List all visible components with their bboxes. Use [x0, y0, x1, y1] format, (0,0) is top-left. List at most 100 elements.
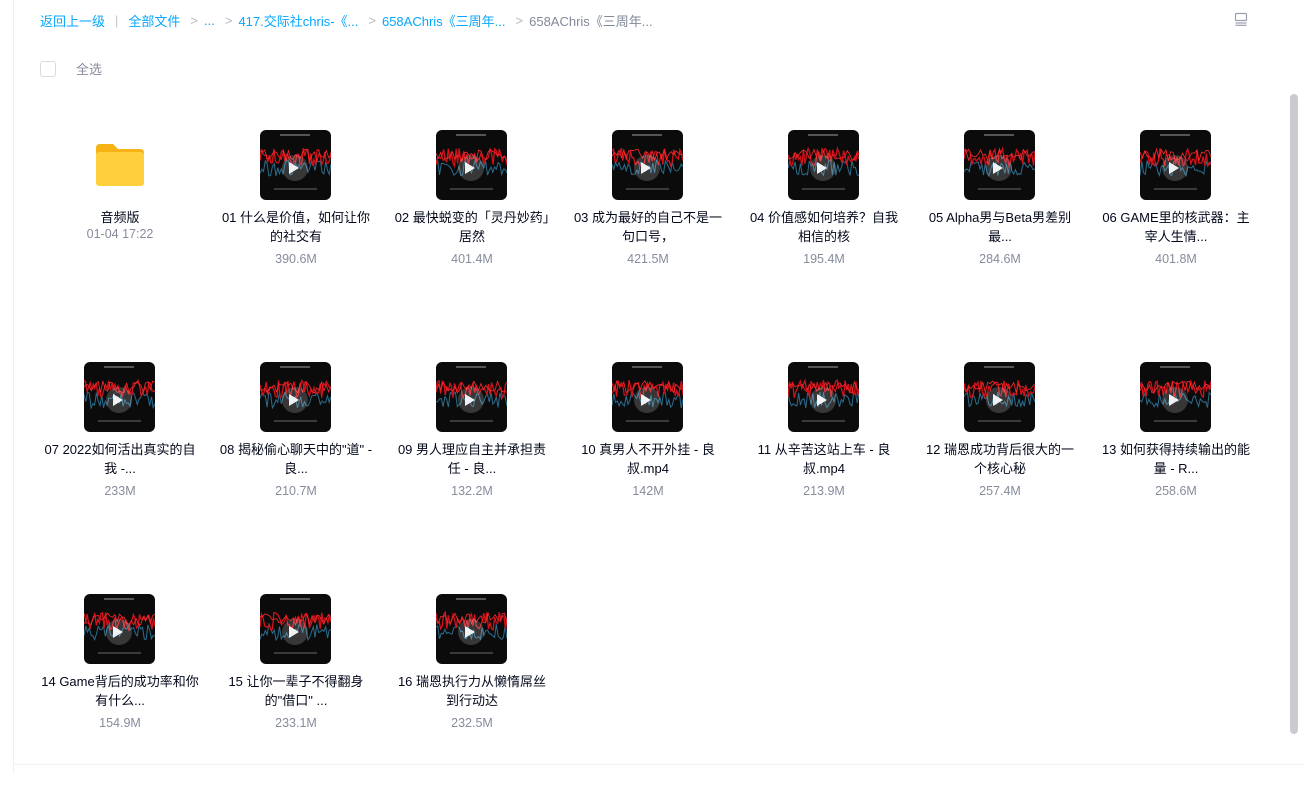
play-icon — [993, 394, 1003, 406]
video-item[interactable]: 01 什么是价值，如何让你的社交有 390.6M — [208, 120, 384, 340]
item-name[interactable]: 03 成为最好的自己不是一句口号， — [568, 208, 728, 246]
item-name[interactable]: 04 价值感如何培养？自我相信的核 — [744, 208, 904, 246]
breadcrumb-level2[interactable]: 658AChris《三周年... — [382, 11, 506, 30]
item-name[interactable]: 01 什么是价值，如何让你的社交有 — [216, 208, 376, 246]
play-icon — [289, 626, 299, 638]
select-all-checkbox[interactable] — [40, 60, 56, 77]
play-icon — [289, 162, 299, 174]
video-item[interactable]: 14 Game背后的成功率和你有什么... 154.9M — [32, 584, 208, 804]
video-thumbnail — [612, 130, 683, 200]
item-name[interactable]: 15 让你一辈子不得翻身的"借口" ... — [216, 672, 376, 710]
item-size: 401.8M — [1155, 252, 1197, 266]
item-size: 232.5M — [451, 716, 493, 730]
video-thumbnail — [964, 130, 1035, 200]
chevron-right-icon: > — [515, 12, 524, 28]
chevron-right-icon: > — [224, 12, 233, 28]
video-item[interactable]: 04 价值感如何培养？自我相信的核 195.4M — [736, 120, 912, 340]
item-size: 154.9M — [99, 716, 141, 730]
item-size: 195.4M — [803, 252, 845, 266]
item-size: 401.4M — [451, 252, 493, 266]
scrollbar[interactable] — [1290, 94, 1298, 734]
video-thumbnail — [1140, 362, 1211, 432]
play-icon — [817, 162, 827, 174]
select-all[interactable]: 全选 — [40, 59, 102, 78]
item-name[interactable]: 02 最快蜕变的「灵丹妙药」居然 — [392, 208, 552, 246]
item-size: 258.6M — [1155, 484, 1197, 498]
play-icon — [113, 394, 123, 406]
breadcrumb-current: 658AChris《三周年... — [529, 13, 653, 29]
video-thumbnail — [84, 594, 155, 664]
item-name[interactable]: 07 2022如何活出真实的自我 -... — [40, 440, 200, 478]
chevron-right-icon: > — [190, 12, 199, 28]
video-item[interactable]: 16 瑞恩执行力从懒惰屌丝到行动达 232.5M — [384, 584, 560, 804]
play-icon — [465, 162, 475, 174]
breadcrumb-all-files[interactable]: 全部文件 — [128, 11, 180, 30]
breadcrumb-ellipsis[interactable]: ... — [204, 13, 215, 28]
video-item[interactable]: 13 如何获得持续输出的能量 - R... 258.6M — [1088, 352, 1264, 572]
item-size: 390.6M — [275, 252, 317, 266]
panel-left-border — [13, 0, 14, 774]
video-item[interactable]: 02 最快蜕变的「灵丹妙药」居然 401.4M — [384, 120, 560, 340]
chevron-right-icon: > — [368, 12, 376, 28]
play-icon — [289, 394, 299, 406]
video-thumbnail — [612, 362, 683, 432]
list-view-icon[interactable] — [1233, 11, 1249, 27]
play-icon — [1169, 162, 1179, 174]
video-item[interactable]: 15 让你一辈子不得翻身的"借口" ... 233.1M — [208, 584, 384, 804]
play-icon — [1169, 394, 1179, 406]
video-thumbnail — [260, 362, 331, 432]
video-item[interactable]: 06 GAME里的核武器：主宰人生情... 401.8M — [1088, 120, 1264, 340]
play-icon — [641, 162, 651, 174]
video-item[interactable]: 09 男人理应自主并承担责任 - 良... 132.2M — [384, 352, 560, 572]
item-size: 213.9M — [803, 484, 845, 498]
item-name[interactable]: 12 瑞恩成功背后很大的一个核心秘 — [920, 440, 1080, 478]
video-thumbnail — [964, 362, 1035, 432]
item-name[interactable]: 09 男人理应自主并承担责任 - 良... — [392, 440, 552, 478]
item-name[interactable]: 05 Alpha男与Beta男差别最... — [920, 208, 1080, 246]
video-item[interactable]: 08 揭秘偷心聊天中的"道" - 良... 210.7M — [208, 352, 384, 572]
play-icon — [465, 394, 475, 406]
video-thumbnail — [788, 362, 859, 432]
select-all-label: 全选 — [76, 62, 103, 77]
video-item[interactable]: 07 2022如何活出真实的自我 -... 233M — [32, 352, 208, 572]
folder-item[interactable]: 音频版 01-04 17:22 — [32, 120, 208, 340]
play-icon — [641, 394, 651, 406]
breadcrumb: 返回上一级 | 全部文件 > ... > 417.交际社chris-《... >… — [40, 10, 653, 30]
item-size: 210.7M — [275, 484, 317, 498]
video-item[interactable]: 10 真男人不开外挂 - 良叔.mp4 142M — [560, 352, 736, 572]
video-thumbnail — [84, 362, 155, 432]
item-size: 233M — [104, 484, 136, 498]
video-thumbnail — [1140, 130, 1211, 200]
item-name[interactable]: 11 从辛苦这站上车 - 良叔.mp4 — [744, 440, 904, 478]
item-size: 284.6M — [979, 252, 1021, 266]
play-icon — [993, 162, 1003, 174]
breadcrumb-divider: | — [115, 12, 119, 28]
item-size: 421.5M — [627, 252, 669, 266]
play-icon — [465, 626, 475, 638]
play-icon — [113, 626, 123, 638]
breadcrumb-level1[interactable]: 417.交际社chris-《... — [238, 11, 358, 30]
video-thumbnail — [436, 130, 507, 200]
video-thumbnail — [436, 594, 507, 664]
play-icon — [817, 394, 827, 406]
video-item[interactable]: 03 成为最好的自己不是一句口号， 421.5M — [560, 120, 736, 340]
back-link[interactable]: 返回上一级 — [40, 11, 105, 30]
item-name[interactable]: 14 Game背后的成功率和你有什么... — [40, 672, 200, 710]
item-name[interactable]: 06 GAME里的核武器：主宰人生情... — [1096, 208, 1256, 246]
video-item[interactable]: 11 从辛苦这站上车 - 良叔.mp4 213.9M — [736, 352, 912, 572]
video-item[interactable]: 05 Alpha男与Beta男差别最... 284.6M — [912, 120, 1088, 340]
video-thumbnail — [788, 130, 859, 200]
folder-icon — [96, 144, 144, 186]
video-item[interactable]: 12 瑞恩成功背后很大的一个核心秘 257.4M — [912, 352, 1088, 572]
item-name[interactable]: 10 真男人不开外挂 - 良叔.mp4 — [568, 440, 728, 478]
item-size: 257.4M — [979, 484, 1021, 498]
item-name[interactable]: 08 揭秘偷心聊天中的"道" - 良... — [216, 440, 376, 478]
item-name[interactable]: 音频版 — [40, 208, 200, 227]
item-size: 233.1M — [275, 716, 317, 730]
video-thumbnail — [260, 594, 331, 664]
item-name[interactable]: 13 如何获得持续输出的能量 - R... — [1096, 440, 1256, 478]
item-name[interactable]: 16 瑞恩执行力从懒惰屌丝到行动达 — [392, 672, 552, 710]
video-thumbnail — [436, 362, 507, 432]
item-size: 142M — [632, 484, 664, 498]
item-date: 01-04 17:22 — [86, 227, 154, 241]
